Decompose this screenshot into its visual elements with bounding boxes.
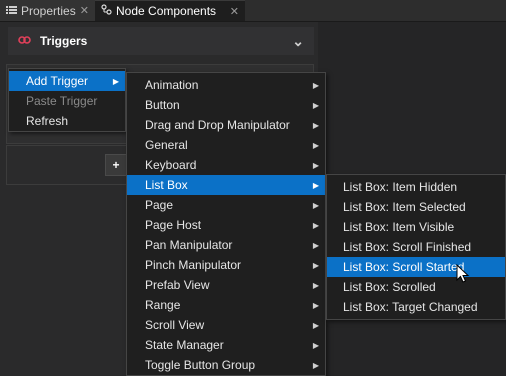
tab-label: Node Components (116, 4, 217, 18)
close-icon[interactable]: ✕ (80, 4, 89, 17)
menu-item-state-manager[interactable]: State Manager ▶ (127, 335, 325, 355)
menu-item-list-box-scroll-started[interactable]: List Box: Scroll Started (327, 257, 505, 277)
menu-item-toggle-button-group[interactable]: Toggle Button Group ▶ (127, 355, 325, 375)
chevron-right-icon: ▶ (312, 120, 319, 130)
chevron-right-icon: ▶ (312, 260, 319, 270)
menu-item-refresh[interactable]: Refresh (9, 111, 125, 131)
chevron-right-icon: ▶ (312, 100, 319, 110)
chevron-right-icon: ▶ (112, 76, 119, 86)
menu-item-paste-trigger: Paste Trigger (26, 94, 98, 108)
chevron-down-icon[interactable]: ⌄ (292, 33, 304, 50)
menu-item-page[interactable]: Page ▶ (127, 195, 325, 215)
menu-item-prefab-view[interactable]: Prefab View ▶ (127, 275, 325, 295)
list-box-trigger-menu: List Box: Item Hidden List Box: Item Sel… (326, 174, 506, 320)
menu-item-list-box-scrolled[interactable]: List Box: Scrolled (327, 277, 505, 297)
menu-item-list-box-scroll-finished[interactable]: List Box: Scroll Finished (327, 237, 505, 257)
trigger-category-menu: Animation ▶ Button ▶ Drag and Drop Manipul… (126, 72, 326, 376)
menu-item-list-box-target-changed[interactable]: List Box: Target Changed (327, 297, 505, 317)
menu-item-pinch-manipulator[interactable]: Pinch Manipulator ▶ (127, 255, 325, 275)
chevron-right-icon: ▶ (312, 280, 319, 290)
menu-item-list-box[interactable]: List Box ▶ (127, 175, 325, 195)
menu-item-button[interactable]: Button ▶ (127, 95, 325, 115)
chevron-right-icon: ▶ (312, 320, 319, 330)
context-menu: Add Trigger ▶ Paste Trigger Refresh (8, 68, 126, 132)
menu-item-page-host[interactable]: Page Host ▶ (127, 215, 325, 235)
menu-item-pan-manipulator[interactable]: Pan Manipulator ▶ (127, 235, 325, 255)
menu-item-range[interactable]: Range ▶ (127, 295, 325, 315)
menu-item-add-trigger[interactable]: Add Trigger ▶ (9, 71, 125, 91)
close-icon[interactable]: ✕ (230, 5, 239, 18)
list-icon (6, 4, 17, 18)
menu-item-animation[interactable]: Animation ▶ (127, 75, 325, 95)
menu-item-keyboard[interactable]: Keyboard ▶ (127, 155, 325, 175)
menu-item-scroll-view[interactable]: Scroll View ▶ (127, 315, 325, 335)
menu-item-list-box-item-selected[interactable]: List Box: Item Selected (327, 197, 505, 217)
menu-item-list-box-item-visible[interactable]: List Box: Item Visible (327, 217, 505, 237)
chevron-right-icon: ▶ (312, 140, 319, 150)
triggers-icon (18, 34, 32, 48)
tab-properties[interactable]: Properties ✕ (0, 0, 95, 21)
menu-item-list-box-item-hidden[interactable]: List Box: Item Hidden (327, 177, 505, 197)
tab-label: Properties (21, 3, 76, 18)
chevron-right-icon: ▶ (312, 80, 319, 90)
section-title: Triggers (40, 34, 88, 48)
chevron-right-icon: ▶ (312, 200, 319, 210)
chevron-right-icon: ▶ (312, 360, 319, 370)
chevron-right-icon: ▶ (312, 340, 319, 350)
nodes-icon (101, 4, 112, 18)
chevron-right-icon: ▶ (312, 160, 319, 170)
chevron-right-icon: ▶ (312, 300, 319, 310)
triggers-section-header[interactable]: Triggers ⌄ (8, 27, 314, 55)
chevron-right-icon: ▶ (312, 240, 319, 250)
chevron-right-icon: ▶ (312, 180, 319, 190)
add-trigger-button[interactable]: + (105, 154, 127, 176)
chevron-right-icon: ▶ (312, 220, 319, 230)
tab-node-components[interactable]: Node Components ✕ (95, 0, 245, 21)
mouse-cursor-icon (456, 263, 470, 284)
menu-item-general[interactable]: General ▶ (127, 135, 325, 155)
menu-item-drag-and-drop-manipulator[interactable]: Drag and Drop Manipulator ▶ (127, 115, 325, 135)
